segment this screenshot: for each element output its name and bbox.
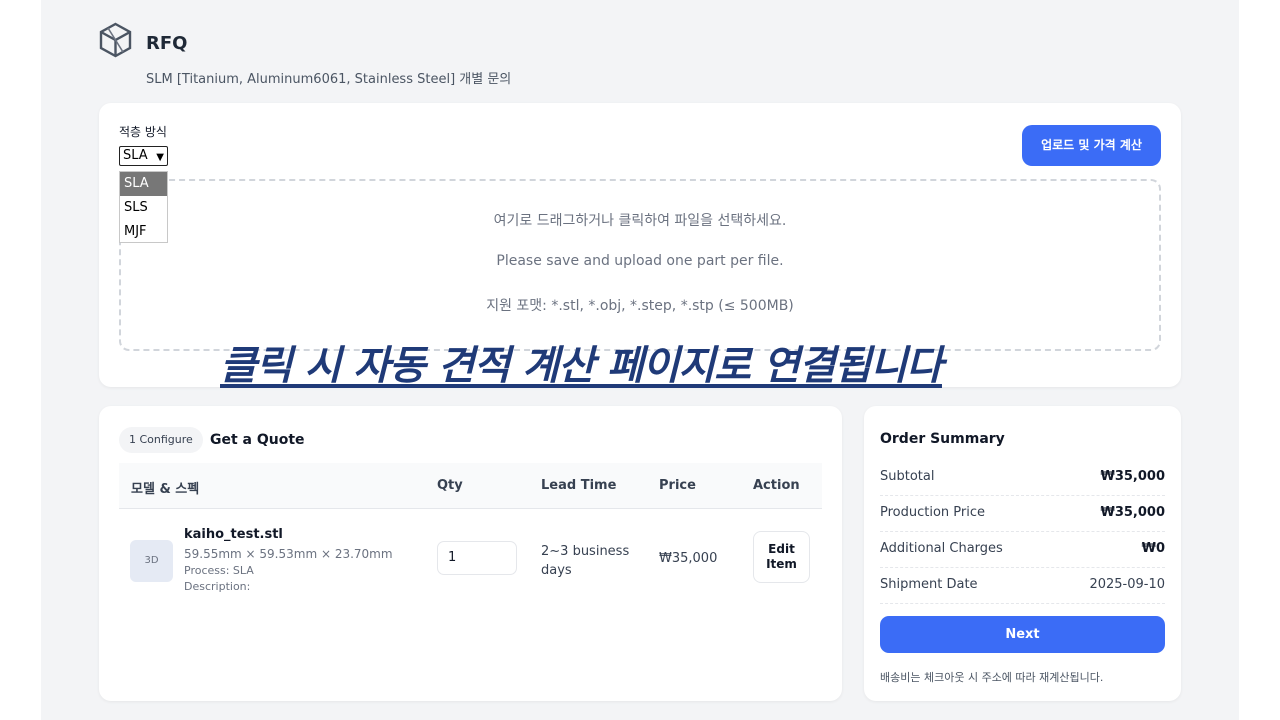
quote-title: Get a Quote (210, 432, 305, 448)
item-price: ₩35,000 (659, 551, 718, 566)
shipping-note: 배송비는 체크아웃 시 주소에 따라 재계산됩니다. (880, 671, 1104, 684)
file-dimensions: 59.55mm × 59.53mm × 23.70mm (184, 547, 393, 561)
column-price: Price (659, 478, 696, 493)
method-label: 적층 방식 (119, 125, 167, 139)
summary-row-production-price: Production Price ₩35,000 (880, 496, 1165, 532)
method-option-sla[interactable]: SLA (120, 172, 167, 196)
summary-value: 2025-09-10 (1089, 577, 1165, 592)
model-thumbnail: 3D (130, 540, 173, 582)
edit-item-button[interactable]: Edit Item (753, 531, 810, 583)
page-subtitle: SLM [Titanium, Aluminum6061, Stainless S… (146, 72, 512, 87)
column-lead-time: Lead Time (541, 478, 617, 493)
summary-label: Production Price (880, 505, 986, 520)
page-header: RFQ SLM [Titanium, Aluminum6061, Stainle… (99, 22, 699, 92)
method-select[interactable]: SLA ▼ (119, 146, 168, 166)
file-dropzone[interactable]: 여기로 드래그하거나 클릭하여 파일을 선택하세요. Please save a… (119, 179, 1161, 351)
table-header: 모델 & 스펙 Qty Lead Time Price Action (119, 463, 822, 509)
column-qty: Qty (437, 478, 463, 493)
method-option-mjf[interactable]: MJF (120, 220, 167, 244)
column-model-spec: 모델 & 스펙 (131, 482, 200, 497)
upload-calculate-button[interactable]: 업로드 및 가격 계산 (1022, 125, 1161, 166)
step-badge: 1 Configure (119, 427, 203, 453)
column-action: Action (753, 478, 800, 493)
summary-value: ₩0 (1141, 541, 1165, 556)
quantity-input[interactable]: 1 (437, 541, 517, 575)
dropzone-note: Please save and upload one part per file… (496, 253, 784, 269)
summary-label: Shipment Date (880, 577, 978, 592)
quote-card: 1 Configure Get a Quote 모델 & 스펙 Qty Lead… (99, 406, 842, 701)
table-row: 3D kaiho_test.stl 59.55mm × 59.53mm × 23… (119, 510, 822, 600)
dropzone-formats: 지원 포맷: *.stl, *.obj, *.step, *.stp (≤ 50… (486, 298, 794, 314)
method-select-value: SLA (123, 148, 148, 163)
lead-time: 2~3 business days (541, 544, 630, 578)
summary-label: Additional Charges (880, 541, 1003, 556)
next-button[interactable]: Next (880, 616, 1165, 653)
summary-row-subtotal: Subtotal ₩35,000 (880, 460, 1165, 496)
summary-value: ₩35,000 (1100, 469, 1165, 484)
summary-label: Subtotal (880, 469, 935, 484)
chevron-down-icon: ▼ (156, 152, 164, 163)
file-description: Description: (184, 580, 251, 593)
method-dropdown: SLA SLS MJF (119, 171, 168, 243)
method-option-sls[interactable]: SLS (120, 196, 167, 220)
dropzone-instruction: 여기로 드래그하거나 클릭하여 파일을 선택하세요. (493, 213, 787, 229)
summary-title: Order Summary (880, 431, 1005, 447)
summary-row-additional-charges: Additional Charges ₩0 (880, 532, 1165, 568)
summary-row-shipment-date: Shipment Date 2025-09-10 (880, 568, 1165, 604)
order-summary-card: Order Summary Subtotal ₩35,000 Productio… (864, 406, 1181, 701)
page-title: RFQ (146, 33, 188, 54)
file-name: kaiho_test.stl (184, 527, 283, 542)
cube-logo-icon (99, 22, 132, 58)
summary-value: ₩35,000 (1100, 505, 1165, 520)
file-process: Process: SLA (184, 564, 254, 577)
overlay-caption: 클릭 시 자동 견적 계산 페이지로 연결됩니다 (220, 343, 943, 389)
